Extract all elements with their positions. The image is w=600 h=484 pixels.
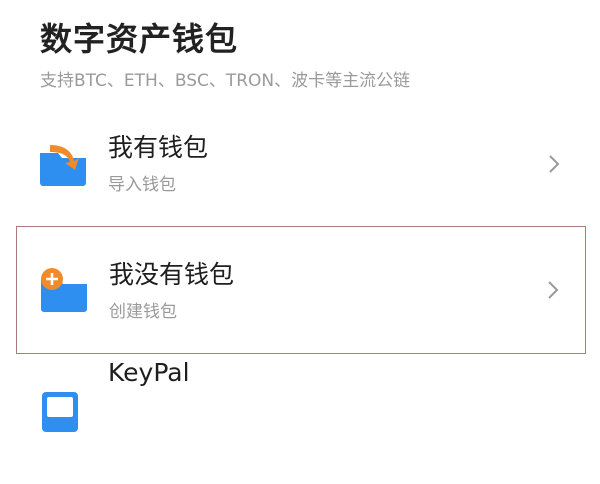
create-wallet-icon — [41, 268, 87, 312]
option-label: KeyPal — [108, 358, 190, 387]
option-label: 我没有钱包 — [109, 260, 235, 289]
page-title: 数字资产钱包 — [40, 20, 239, 58]
page-subtitle: 支持BTC、ETH、BSC、TRON、波卡等主流公链 — [40, 71, 411, 91]
option-sublabel: 创建钱包 — [109, 302, 177, 322]
option-sublabel: 导入钱包 — [108, 175, 176, 195]
import-wallet-option[interactable]: 我有钱包 导入钱包 — [16, 100, 586, 228]
chevron-right-icon — [548, 281, 559, 299]
option-label: 我有钱包 — [108, 133, 209, 162]
keypal-option[interactable]: KeyPal — [16, 356, 586, 484]
chevron-right-icon — [549, 155, 560, 173]
hardware-wallet-icon — [42, 392, 78, 432]
create-wallet-option[interactable]: 我没有钱包 创建钱包 — [16, 226, 586, 354]
import-wallet-icon — [40, 145, 86, 186]
